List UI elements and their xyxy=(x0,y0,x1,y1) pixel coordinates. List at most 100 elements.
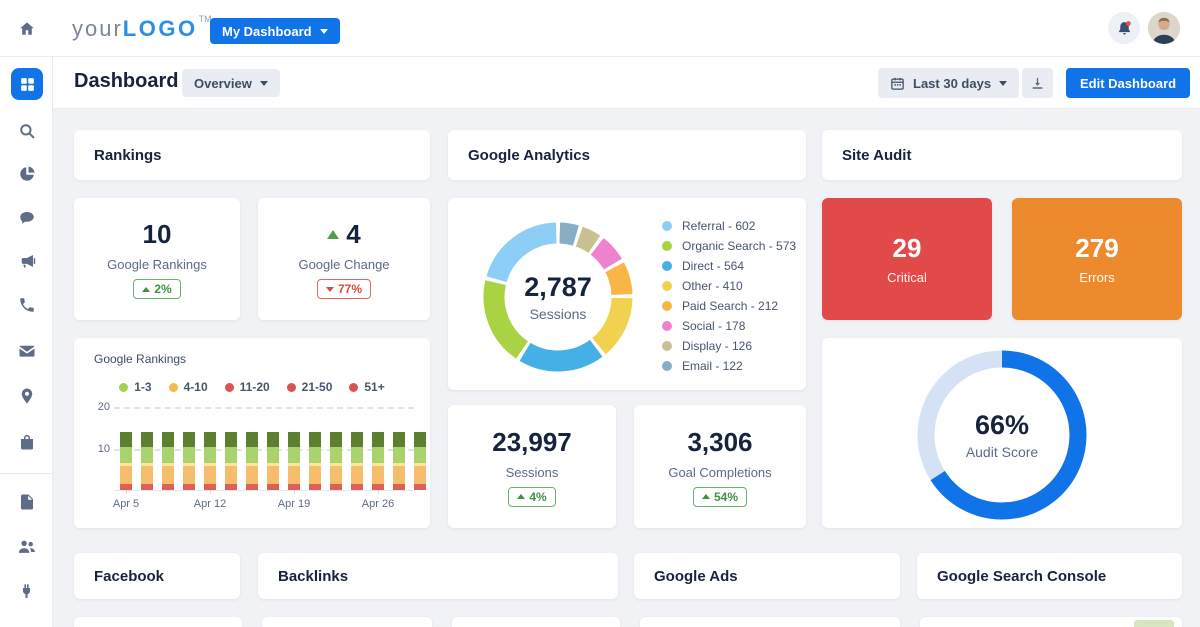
bar-segment xyxy=(288,432,300,447)
bar-segment xyxy=(414,447,426,463)
bar-segment xyxy=(162,432,174,447)
stat-value: 4 xyxy=(327,219,360,250)
logo-main: LOGO xyxy=(123,16,198,42)
sidebar-item-ecommerce[interactable] xyxy=(0,432,53,452)
my-dashboard-button[interactable]: My Dashboard xyxy=(210,18,340,44)
bar-segment xyxy=(351,484,363,490)
bar-segment xyxy=(183,484,195,490)
bar-segment xyxy=(246,484,258,490)
donut-slice-display xyxy=(579,237,594,245)
arrow-up-icon xyxy=(517,494,525,499)
errors-count: 279 xyxy=(1075,233,1118,264)
document-icon xyxy=(18,493,36,511)
legend-dot xyxy=(662,361,672,371)
bar xyxy=(225,432,237,490)
sidebar-item-local[interactable] xyxy=(0,386,53,406)
sidebar-item-email[interactable] xyxy=(0,341,53,361)
pie-chart-icon xyxy=(18,165,36,183)
mini-badge xyxy=(1134,620,1174,627)
bar-segment xyxy=(372,466,384,483)
phone-icon xyxy=(18,296,36,314)
bar xyxy=(141,432,153,490)
page-toolbar: Dashboard Overview Last 30 days Edit Das… xyxy=(53,57,1200,109)
sidebar-item-documents[interactable] xyxy=(0,492,53,512)
download-button[interactable] xyxy=(1022,68,1053,98)
sidebar-item-reports[interactable] xyxy=(0,164,53,184)
sidebar-item-campaigns[interactable] xyxy=(0,251,53,271)
legend-item: Email - 122 xyxy=(662,356,796,376)
bar-segment xyxy=(162,484,174,490)
bar xyxy=(162,432,174,490)
bar-segment xyxy=(141,432,153,447)
bar-segment xyxy=(246,447,258,463)
notifications-button[interactable] xyxy=(1108,12,1140,44)
donut-slice-social xyxy=(597,246,613,264)
bar-segment xyxy=(414,466,426,483)
sidebar xyxy=(0,0,53,627)
audit-score-label: Audit Score xyxy=(917,444,1087,460)
bar-segment xyxy=(204,466,216,483)
stat-label: Goal Completions xyxy=(668,465,771,480)
top-header: yourLOGOTM My Dashboard xyxy=(0,0,1200,57)
legend-dot xyxy=(662,281,672,291)
bar-segment xyxy=(330,466,342,483)
bar-segment xyxy=(351,466,363,483)
view-selector[interactable]: Overview xyxy=(182,69,280,97)
download-icon xyxy=(1030,76,1045,91)
sidebar-item-integrations[interactable] xyxy=(0,581,53,601)
calendar-icon xyxy=(890,76,905,91)
section-header-rankings: Rankings xyxy=(74,130,430,180)
sidebar-item-messages[interactable] xyxy=(0,208,53,228)
bell-icon xyxy=(1116,20,1133,37)
audit-errors-card: 279 Errors xyxy=(1012,198,1182,320)
edit-dashboard-button[interactable]: Edit Dashboard xyxy=(1066,68,1190,98)
sidebar-item-calls[interactable] xyxy=(0,295,53,315)
sidebar-item-home[interactable] xyxy=(0,0,53,57)
stat-value: 3,306 xyxy=(687,427,752,458)
bar-segment xyxy=(393,447,405,463)
stat-label: Google Change xyxy=(298,257,389,272)
x-tick-mark xyxy=(126,490,127,494)
date-range-selector[interactable]: Last 30 days xyxy=(878,68,1019,98)
legend-dot xyxy=(662,341,672,351)
arrow-up-icon xyxy=(327,230,339,239)
page-title: Dashboard xyxy=(74,70,178,93)
section-title: Backlinks xyxy=(278,568,348,585)
section-header-site-audit: Site Audit xyxy=(822,130,1182,180)
legend-item: Social - 178 xyxy=(662,316,796,336)
home-icon xyxy=(18,20,36,38)
logo-prefix: your xyxy=(72,16,123,42)
legend-item: Paid Search - 212 xyxy=(662,296,796,316)
donut-slice-direct xyxy=(525,348,596,361)
bar-segment xyxy=(414,484,426,490)
donut-legend: Referral - 602Organic Search - 573Direct… xyxy=(662,216,796,376)
bar-segment xyxy=(225,466,237,483)
stat-label: Sessions xyxy=(506,465,559,480)
stat-card-google-change: 4 Google Change 77% xyxy=(258,198,430,320)
legend-item: Display - 126 xyxy=(662,336,796,356)
sidebar-item-users[interactable] xyxy=(0,536,53,556)
sidebar-item-dashboard[interactable] xyxy=(11,68,43,100)
avatar[interactable] xyxy=(1148,12,1180,44)
bar-segment xyxy=(393,484,405,490)
legend-item: Referral - 602 xyxy=(662,216,796,236)
bar-segment xyxy=(267,432,279,447)
plug-icon xyxy=(18,583,35,600)
bar-segment xyxy=(120,466,132,483)
partial-card xyxy=(74,617,242,627)
bar-segment xyxy=(120,447,132,463)
bar-segment xyxy=(351,447,363,463)
sessions-total-label: Sessions xyxy=(478,306,638,322)
sidebar-item-search[interactable] xyxy=(0,121,53,141)
date-range-label: Last 30 days xyxy=(913,76,991,91)
donut-slice-email xyxy=(560,233,576,236)
bar-segment xyxy=(351,432,363,447)
section-title: Google Analytics xyxy=(468,147,590,164)
partial-card xyxy=(920,617,1182,627)
megaphone-icon xyxy=(18,252,36,270)
google-rankings-chart-card: Google Rankings 1-34-1011-2021-5051+ 201… xyxy=(74,338,430,528)
bar-segment xyxy=(393,466,405,483)
mail-icon xyxy=(18,342,36,360)
bar xyxy=(204,432,216,490)
stat-badge: 2% xyxy=(133,279,180,299)
